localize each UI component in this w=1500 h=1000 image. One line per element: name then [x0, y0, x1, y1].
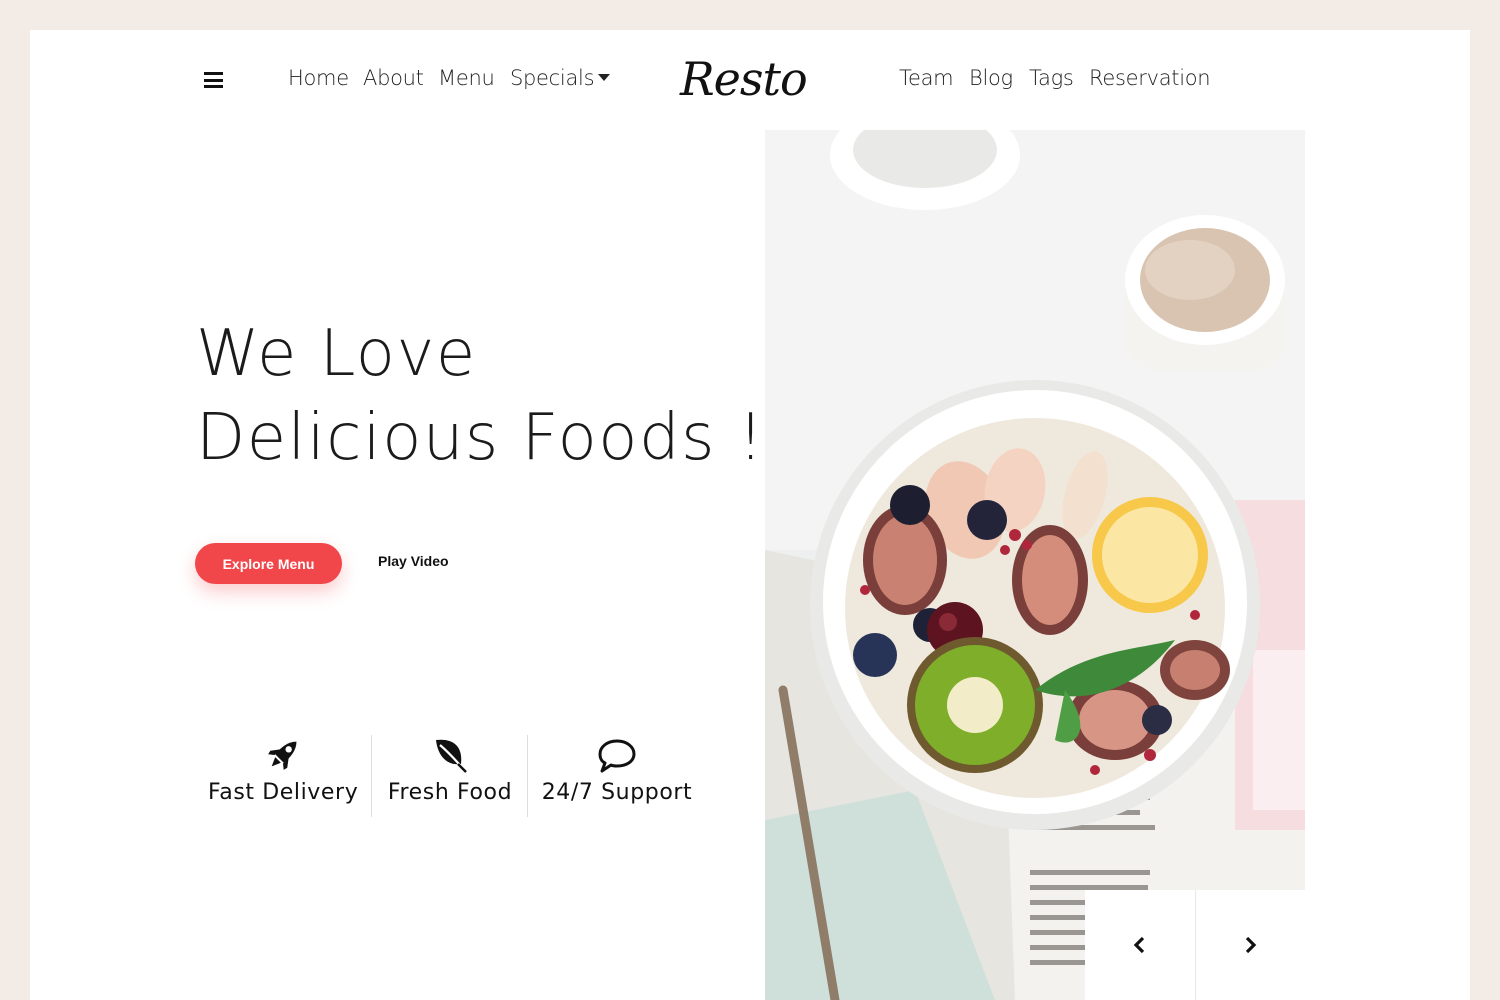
hero-title: We Love Delicious Foods ! [196, 312, 765, 480]
feature-label: Fresh Food [387, 780, 513, 805]
feature-divider [527, 735, 528, 817]
chevron-left-icon [1133, 936, 1144, 954]
feature-label: 24/7 Support [541, 780, 693, 805]
rocket-icon [268, 741, 297, 770]
play-video-button[interactable]: Play Video [378, 553, 449, 569]
slider-controls [1085, 890, 1305, 1000]
hero-title-line-2: Delicious Foods ! [196, 401, 765, 475]
feature-fast-delivery: Fast Delivery [208, 734, 358, 805]
chat-bubble-icon [598, 739, 636, 773]
slider-prev-button[interactable] [1085, 890, 1195, 1000]
feature-divider [371, 735, 372, 817]
nav-link-specials-label: Specials [510, 66, 595, 90]
feature-fresh-food: Fresh Food [375, 734, 525, 805]
feature-support: 24/7 Support [537, 734, 697, 805]
nav-link-reservation[interactable]: Reservation [1089, 66, 1211, 90]
slider-next-button[interactable] [1194, 890, 1306, 1000]
feature-label: Fast Delivery [208, 780, 359, 805]
page-frame: Home About Menu Specials Resto Team Blog… [30, 30, 1470, 1000]
hero-food-image [765, 130, 1305, 1000]
nav-link-about[interactable]: About [363, 66, 424, 90]
leaf-icon [436, 739, 467, 773]
nav-link-tags[interactable]: Tags [1029, 66, 1074, 90]
nav-link-blog[interactable]: Blog [969, 66, 1013, 90]
nav-link-team[interactable]: Team [899, 66, 954, 90]
brand-logo[interactable]: Resto [680, 52, 808, 106]
hamburger-menu-icon[interactable] [204, 72, 223, 88]
chevron-right-icon [1246, 936, 1257, 954]
nav-link-home[interactable]: Home [288, 66, 349, 90]
caret-down-icon [598, 73, 611, 81]
explore-menu-button[interactable]: Explore Menu [195, 543, 342, 584]
nav-link-specials[interactable]: Specials [510, 66, 611, 90]
nav-link-menu[interactable]: Menu [438, 66, 495, 90]
hero-title-line-1: We Love [196, 317, 477, 391]
